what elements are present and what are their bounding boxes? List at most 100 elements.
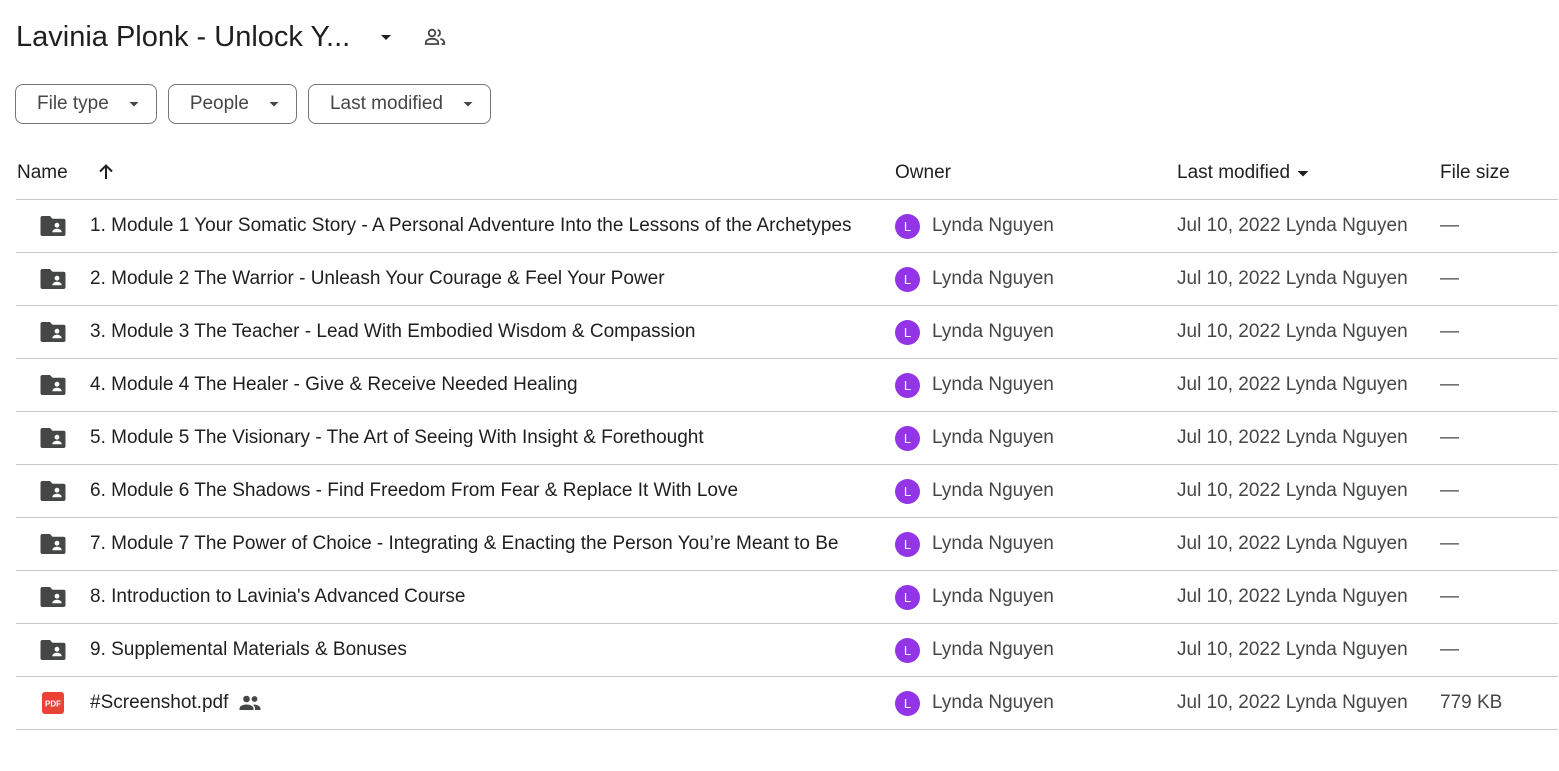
owner-cell: L Lynda Nguyen	[895, 306, 1054, 358]
last-modified-cell: Jul 10, 2022 Lynda Nguyen	[1177, 215, 1408, 236]
owner-avatar[interactable]: L	[895, 690, 920, 716]
owner-avatar[interactable]: L	[895, 319, 920, 345]
table-row[interactable]: 2. Module 2 The Warrior - Unleash Your C…	[16, 253, 1558, 306]
arrow-upward-icon[interactable]	[96, 162, 116, 182]
owner-name: Lynda Nguyen	[932, 268, 1054, 289]
arrow-drop-down-icon	[1296, 166, 1310, 180]
file-name-cell[interactable]: 4. Module 4 The Healer - Give & Receive …	[90, 359, 578, 411]
column-header-file-size[interactable]: File size	[1440, 146, 1510, 199]
owner-avatar[interactable]: L	[895, 425, 920, 451]
arrow-drop-down-icon	[268, 98, 280, 110]
owner-cell: L Lynda Nguyen	[895, 200, 1054, 252]
last-modified-cell: Jul 10, 2022 Lynda Nguyen	[1177, 692, 1408, 713]
last-modified-cell: Jul 10, 2022 Lynda Nguyen	[1177, 268, 1408, 289]
file-list-table: Name Owner Last modified File size 1. Mo…	[16, 146, 1558, 730]
last-modified-cell: Jul 10, 2022 Lynda Nguyen	[1177, 639, 1408, 660]
file-name: 9. Supplemental Materials & Bonuses	[90, 639, 407, 660]
file-name: 3. Module 3 The Teacher - Lead With Embo…	[90, 321, 696, 342]
table-row[interactable]: 3. Module 3 The Teacher - Lead With Embo…	[16, 306, 1558, 359]
file-size-cell: —	[1440, 321, 1459, 342]
file-size-cell: —	[1440, 374, 1459, 395]
filter-people-chip[interactable]: People	[167, 84, 297, 124]
shared-folder-icon	[39, 571, 67, 623]
shared-folder-icon	[39, 412, 67, 464]
file-name: 7. Module 7 The Power of Choice - Integr…	[90, 533, 839, 554]
filter-chips: File type People Last modified	[15, 84, 491, 124]
column-header-last-modified[interactable]: Last modified	[1177, 146, 1310, 199]
file-name: 8. Introduction to Lavinia's Advanced Co…	[90, 586, 466, 607]
svg-text:PDF: PDF	[45, 700, 61, 709]
owner-avatar[interactable]: L	[895, 637, 920, 663]
owner-cell: L Lynda Nguyen	[895, 571, 1054, 623]
table-row[interactable]: 8. Introduction to Lavinia's Advanced Co…	[16, 571, 1558, 624]
file-name: 4. Module 4 The Healer - Give & Receive …	[90, 374, 578, 395]
shared-folder-icon	[39, 200, 67, 252]
file-name: 5. Module 5 The Visionary - The Art of S…	[90, 427, 704, 448]
owner-name: Lynda Nguyen	[932, 215, 1054, 236]
table-row[interactable]: 1. Module 1 Your Somatic Story - A Perso…	[16, 200, 1558, 253]
column-header-owner[interactable]: Owner	[895, 146, 951, 199]
owner-cell: L Lynda Nguyen	[895, 465, 1054, 517]
file-size-cell: —	[1440, 427, 1459, 448]
shared-folder-icon	[39, 359, 67, 411]
owner-cell: L Lynda Nguyen	[895, 359, 1054, 411]
last-modified-cell: Jul 10, 2022 Lynda Nguyen	[1177, 533, 1408, 554]
owner-avatar[interactable]: L	[895, 478, 920, 504]
file-size-cell: —	[1440, 480, 1459, 501]
owner-name: Lynda Nguyen	[932, 586, 1054, 607]
column-header-name[interactable]: Name	[17, 146, 68, 199]
arrow-drop-down-icon	[462, 98, 474, 110]
file-size-cell: —	[1440, 268, 1459, 289]
file-name: 6. Module 6 The Shadows - Find Freedom F…	[90, 480, 739, 501]
folder-title[interactable]: Lavinia Plonk - Unlock Y...	[16, 21, 350, 54]
owner-avatar[interactable]: L	[895, 266, 920, 292]
owner-cell: L Lynda Nguyen	[895, 677, 1054, 729]
people-outline-icon[interactable]	[422, 24, 448, 50]
table-row[interactable]: 6. Module 6 The Shadows - Find Freedom F…	[16, 465, 1558, 518]
shared-folder-icon	[39, 465, 67, 517]
table-row[interactable]: 7. Module 7 The Power of Choice - Integr…	[16, 518, 1558, 571]
file-name: #Screenshot.pdf	[90, 692, 229, 713]
arrow-drop-down-icon	[128, 98, 140, 110]
owner-cell: L Lynda Nguyen	[895, 412, 1054, 464]
table-row[interactable]: 4. Module 4 The Healer - Give & Receive …	[16, 359, 1558, 412]
filter-file-type-chip[interactable]: File type	[15, 84, 157, 124]
table-row[interactable]: 5. Module 5 The Visionary - The Art of S…	[16, 412, 1558, 465]
file-name-cell[interactable]: 6. Module 6 The Shadows - Find Freedom F…	[90, 465, 738, 517]
owner-name: Lynda Nguyen	[932, 374, 1054, 395]
chip-label: Last modified	[329, 93, 443, 114]
table-row[interactable]: PDF #Screenshot.pdf L Lynda Nguyen Jul 1…	[16, 677, 1558, 730]
owner-cell: L Lynda Nguyen	[895, 624, 1054, 676]
owner-avatar[interactable]: L	[895, 531, 920, 557]
file-name-cell[interactable]: 7. Module 7 The Power of Choice - Integr…	[90, 518, 839, 570]
file-name-cell[interactable]: 8. Introduction to Lavinia's Advanced Co…	[90, 571, 465, 623]
file-size-cell: —	[1440, 586, 1459, 607]
last-modified-cell: Jul 10, 2022 Lynda Nguyen	[1177, 321, 1408, 342]
last-modified-cell: Jul 10, 2022 Lynda Nguyen	[1177, 480, 1408, 501]
folder-header: Lavinia Plonk - Unlock Y...	[16, 14, 448, 60]
file-name-cell[interactable]: #Screenshot.pdf	[90, 677, 262, 729]
column-header-last-modified-label: Last modified	[1177, 161, 1291, 183]
last-modified-cell: Jul 10, 2022 Lynda Nguyen	[1177, 586, 1408, 607]
pdf-icon: PDF	[39, 677, 67, 729]
file-name-cell[interactable]: 2. Module 2 The Warrior - Unleash Your C…	[90, 253, 665, 305]
owner-cell: L Lynda Nguyen	[895, 253, 1054, 305]
owner-avatar[interactable]: L	[895, 372, 920, 398]
arrow-drop-down-icon[interactable]	[374, 25, 398, 49]
file-size-cell: —	[1440, 215, 1459, 236]
owner-name: Lynda Nguyen	[932, 480, 1054, 501]
filter-last-modified-chip[interactable]: Last modified	[307, 84, 491, 124]
file-name-cell[interactable]: 5. Module 5 The Visionary - The Art of S…	[90, 412, 704, 464]
owner-name: Lynda Nguyen	[932, 321, 1054, 342]
file-name-cell[interactable]: 1. Module 1 Your Somatic Story - A Perso…	[90, 200, 852, 252]
owner-avatar[interactable]: L	[895, 213, 920, 239]
owner-avatar[interactable]: L	[895, 584, 920, 610]
owner-cell: L Lynda Nguyen	[895, 518, 1054, 570]
table-row[interactable]: 9. Supplemental Materials & Bonuses L Ly…	[16, 624, 1558, 677]
last-modified-cell: Jul 10, 2022 Lynda Nguyen	[1177, 374, 1408, 395]
owner-name: Lynda Nguyen	[932, 533, 1054, 554]
file-size-cell: 779 KB	[1440, 692, 1503, 713]
shared-folder-icon	[39, 306, 67, 358]
file-name-cell[interactable]: 3. Module 3 The Teacher - Lead With Embo…	[90, 306, 696, 358]
file-name-cell[interactable]: 9. Supplemental Materials & Bonuses	[90, 624, 407, 676]
